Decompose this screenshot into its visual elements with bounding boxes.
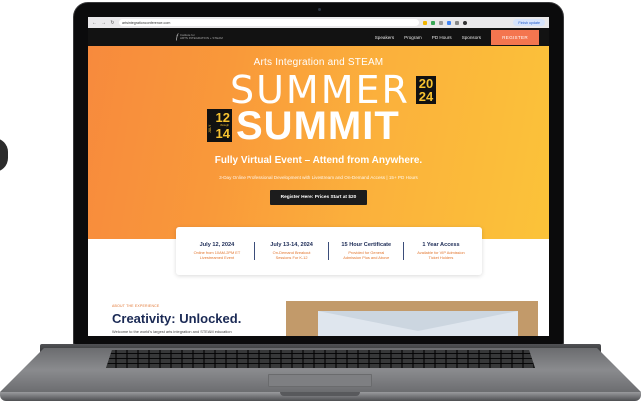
- site-logo[interactable]: f Institute for ARTS INTEGRATION + STEAM: [176, 33, 266, 41]
- keys-grid: [106, 350, 535, 368]
- register-button[interactable]: REGISTER: [491, 29, 539, 45]
- info-line: Livestreamed Event: [199, 255, 235, 260]
- divider: [328, 242, 330, 260]
- info-item-on-demand: July 13-14, 2024 On-Demand Breakout Sess…: [259, 242, 325, 260]
- extension-icon[interactable]: [439, 20, 443, 25]
- page-edge-fragment: [0, 138, 8, 172]
- year-bottom: 24: [418, 89, 434, 104]
- lid-notch: [280, 392, 360, 396]
- info-line: Sessions For K-12: [275, 255, 308, 260]
- address-url: artsintegrationconference.com: [122, 20, 171, 25]
- info-line: Admission Plus and Above: [343, 255, 390, 260]
- profile-avatar[interactable]: [463, 20, 467, 25]
- info-item-certificate: 15 Hour Certificate Provided for General…: [333, 242, 399, 260]
- about-section: ABOUT THE EXPERIENCE Creativity: Unlocke…: [88, 299, 549, 336]
- extension-icon[interactable]: [447, 20, 451, 25]
- extension-icon[interactable]: [455, 20, 459, 25]
- about-body: Welcome to the world's largest arts inte…: [112, 329, 232, 334]
- browser-toolbar: ← → ↻ artsintegrationconference.com Fini…: [88, 17, 549, 28]
- keyboard: [106, 350, 535, 368]
- feature-image: [286, 301, 538, 336]
- info-title: 15 Hour Certificate: [341, 242, 392, 248]
- laptop-mockup: ← → ↻ artsintegrationconference.com Fini…: [0, 0, 641, 407]
- summit-title-row: JULY 12 through 14 SUMMIT: [88, 104, 549, 148]
- hero-banner: Arts Integration and STEAM SUMMER 20 24 …: [88, 46, 549, 239]
- nav-link-sponsors[interactable]: Sponsors: [462, 35, 481, 40]
- year-badge: 20 24: [416, 76, 436, 104]
- day-start: 12: [215, 110, 230, 125]
- logo-mark: f: [176, 33, 178, 41]
- month-label: JULY: [208, 124, 212, 133]
- address-bar[interactable]: artsintegrationconference.com: [119, 19, 419, 26]
- laptop-screen: ← → ↻ artsintegrationconference.com Fini…: [88, 17, 549, 336]
- trackpad: [268, 374, 372, 387]
- logo-line2: ARTS INTEGRATION + STEAM: [179, 36, 223, 40]
- nav-link-program[interactable]: Program: [404, 35, 422, 40]
- forward-icon[interactable]: →: [101, 20, 106, 26]
- laptop-lid: ← → ↻ artsintegrationconference.com Fini…: [73, 2, 564, 345]
- register-cta-button[interactable]: Register Here: Prices Start at $20: [269, 190, 368, 205]
- date-badge: JULY 12 through 14: [207, 109, 232, 142]
- info-title: July 12, 2024: [199, 242, 235, 248]
- site-header: f Institute for ARTS INTEGRATION + STEAM…: [88, 28, 549, 46]
- webcam-icon: [318, 8, 321, 11]
- finish-update-button[interactable]: Finish update: [513, 19, 545, 26]
- extension-icon[interactable]: [431, 20, 435, 25]
- envelope-illustration: [318, 311, 518, 336]
- hero-tagline: Fully Virtual Event – Attend from Anywhe…: [214, 155, 423, 166]
- about-eyebrow: ABOUT THE EXPERIENCE: [112, 304, 160, 308]
- nav-links: Speakers Program PD Hours Sponsors REGIS…: [375, 29, 539, 45]
- info-item-access: 1 Year Access Available for VIP Admissio…: [408, 242, 474, 260]
- hero-subtitle: 3-Day Online Professional Development wi…: [219, 175, 418, 180]
- back-icon[interactable]: ←: [92, 20, 97, 26]
- reload-icon[interactable]: ↻: [110, 20, 115, 26]
- event-info-card: July 12, 2024 Online from 10AM-2PM ET Li…: [176, 227, 482, 275]
- day-end: 14: [215, 126, 230, 141]
- summit-word: SUMMIT: [236, 104, 400, 148]
- divider: [253, 242, 255, 260]
- nav-link-pd-hours[interactable]: PD Hours: [432, 35, 452, 40]
- info-title: 1 Year Access: [422, 242, 460, 248]
- hero-eyebrow: Arts Integration and STEAM: [253, 57, 384, 68]
- extension-icon[interactable]: [423, 20, 427, 25]
- info-item-day1: July 12, 2024 Online from 10AM-2PM ET Li…: [184, 242, 250, 260]
- nav-link-speakers[interactable]: Speakers: [375, 35, 394, 40]
- info-line: Ticket Holders: [428, 255, 454, 260]
- summer-title-row: SUMMER 20 24: [88, 68, 549, 112]
- divider: [403, 242, 405, 260]
- info-title: July 13-14, 2024: [270, 242, 313, 248]
- logo-text: Institute for ARTS INTEGRATION + STEAM: [179, 33, 223, 41]
- summer-word: SUMMER: [230, 68, 410, 112]
- about-heading: Creativity: Unlocked.: [112, 311, 242, 326]
